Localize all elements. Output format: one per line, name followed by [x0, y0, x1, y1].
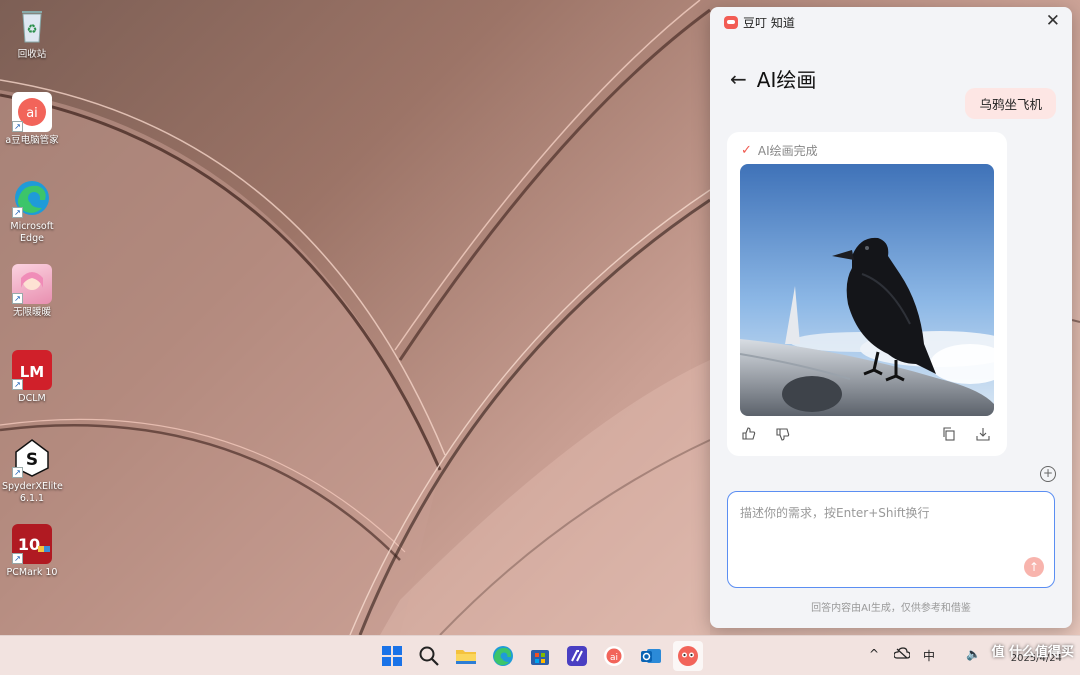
- copy-icon[interactable]: [940, 427, 958, 445]
- status-text: AI绘画完成: [757, 144, 818, 158]
- desktop-icon-label: Microsoft Edge: [10, 221, 54, 244]
- new-chat-icon[interactable]: +: [1040, 466, 1056, 482]
- desktop-icon-pcmark[interactable]: 10 ↗ PCMark 10: [2, 524, 62, 579]
- assistant-panel: 豆叮 知道 ✕ ← AI绘画 乌鸦坐飞机 ✓ AI绘画完成 + 描述你的需求，按…: [710, 7, 1072, 628]
- response-actions: [740, 427, 994, 445]
- store-icon[interactable]: [528, 644, 552, 668]
- generated-image[interactable]: [740, 164, 994, 416]
- svg-text:LM: LM: [20, 363, 45, 381]
- send-button[interactable]: ↑: [1024, 557, 1044, 577]
- taskbar: ai ^ 中 🔈 2025/4/24: [0, 635, 1080, 675]
- response-card: ✓ AI绘画完成: [727, 132, 1007, 456]
- start-icon[interactable]: [380, 644, 404, 668]
- check-icon: ✓: [741, 143, 752, 158]
- desktop-icon-label: a豆电脑管家: [5, 135, 59, 146]
- game-icon: ↗: [12, 264, 52, 304]
- desktop-icon-app-manager[interactable]: ai ↗ a豆电脑管家: [2, 92, 62, 147]
- close-button[interactable]: ✕: [1046, 11, 1060, 31]
- chevron-up-icon[interactable]: ^: [869, 647, 879, 661]
- recycle-bin-icon: ♻: [12, 6, 52, 46]
- page-header: ← AI绘画: [730, 64, 816, 93]
- desktop-icon-label: SpyderXElite 6.1.1: [2, 481, 63, 504]
- disclaimer-text: 回答内容由AI生成，仅供参考和借鉴: [811, 603, 971, 614]
- vs-code-icon[interactable]: [565, 644, 589, 668]
- shortcut-arrow-icon: ↗: [12, 121, 23, 132]
- status-line: ✓ AI绘画完成: [741, 142, 818, 159]
- app-logo-icon: [724, 16, 738, 29]
- outlook-icon[interactable]: [639, 644, 663, 668]
- svg-text:10: 10: [18, 535, 40, 554]
- shortcut-arrow-icon: ↗: [12, 293, 23, 304]
- svg-text:ai: ai: [610, 653, 618, 663]
- app-title: 豆叮 知道: [743, 16, 795, 30]
- file-explorer-icon[interactable]: [454, 644, 478, 668]
- edge-icon[interactable]: [491, 644, 515, 668]
- desktop-icon-game[interactable]: ↗ 无限暖暖: [2, 264, 62, 319]
- page-title: AI绘画: [756, 68, 817, 92]
- pcmark-icon: 10 ↗: [12, 524, 52, 564]
- user-message-bubble: 乌鸦坐飞机: [965, 88, 1056, 119]
- svg-text:♻: ♻: [27, 22, 38, 36]
- shortcut-arrow-icon: ↗: [12, 379, 23, 390]
- svg-text:ai: ai: [26, 106, 38, 121]
- desktop-icon-recycle-bin[interactable]: ♻ 回收站: [2, 6, 62, 61]
- thumbs-down-icon[interactable]: [774, 427, 792, 445]
- back-arrow-icon[interactable]: ←: [730, 67, 747, 91]
- desktop-icon-label: PCMark 10: [6, 567, 58, 578]
- ime-indicator[interactable]: 中: [923, 647, 935, 664]
- desktop-icon-dclm[interactable]: LM ↗ DCLM: [2, 350, 62, 405]
- desktop-icon-spyder[interactable]: S ↗ SpyderXElite 6.1.1: [2, 438, 63, 505]
- shortcut-arrow-icon: ↗: [12, 467, 23, 478]
- thumbs-up-icon[interactable]: [740, 427, 758, 445]
- desktop-icon-label: 无限暖暖: [12, 307, 51, 318]
- watermark: 值 什么值得买: [991, 645, 1074, 660]
- download-icon[interactable]: [974, 427, 992, 445]
- spyder-icon: S ↗: [12, 438, 52, 478]
- prompt-input[interactable]: [740, 504, 1010, 564]
- desktop-icon-label: 回收站: [17, 49, 47, 60]
- svg-text:S: S: [26, 450, 38, 470]
- desktop-icon-label: DCLM: [18, 393, 46, 404]
- shortcut-arrow-icon: ↗: [12, 207, 23, 218]
- desktop-icon-edge[interactable]: ↗ Microsoft Edge: [2, 178, 62, 245]
- panel-title-bar: 豆叮 知道: [724, 14, 795, 31]
- doubao-active-icon[interactable]: [673, 641, 703, 671]
- onedrive-icon[interactable]: [893, 647, 911, 662]
- search-icon[interactable]: [417, 644, 441, 668]
- app-manager-icon: ai ↗: [12, 92, 52, 132]
- shortcut-arrow-icon: ↗: [12, 553, 23, 564]
- volume-icon[interactable]: 🔈: [966, 647, 981, 661]
- edge-icon: ↗: [12, 178, 52, 218]
- doubao-app-icon[interactable]: ai: [602, 644, 626, 668]
- prompt-input-box[interactable]: ↑: [727, 491, 1055, 588]
- dclm-icon: LM ↗: [12, 350, 52, 390]
